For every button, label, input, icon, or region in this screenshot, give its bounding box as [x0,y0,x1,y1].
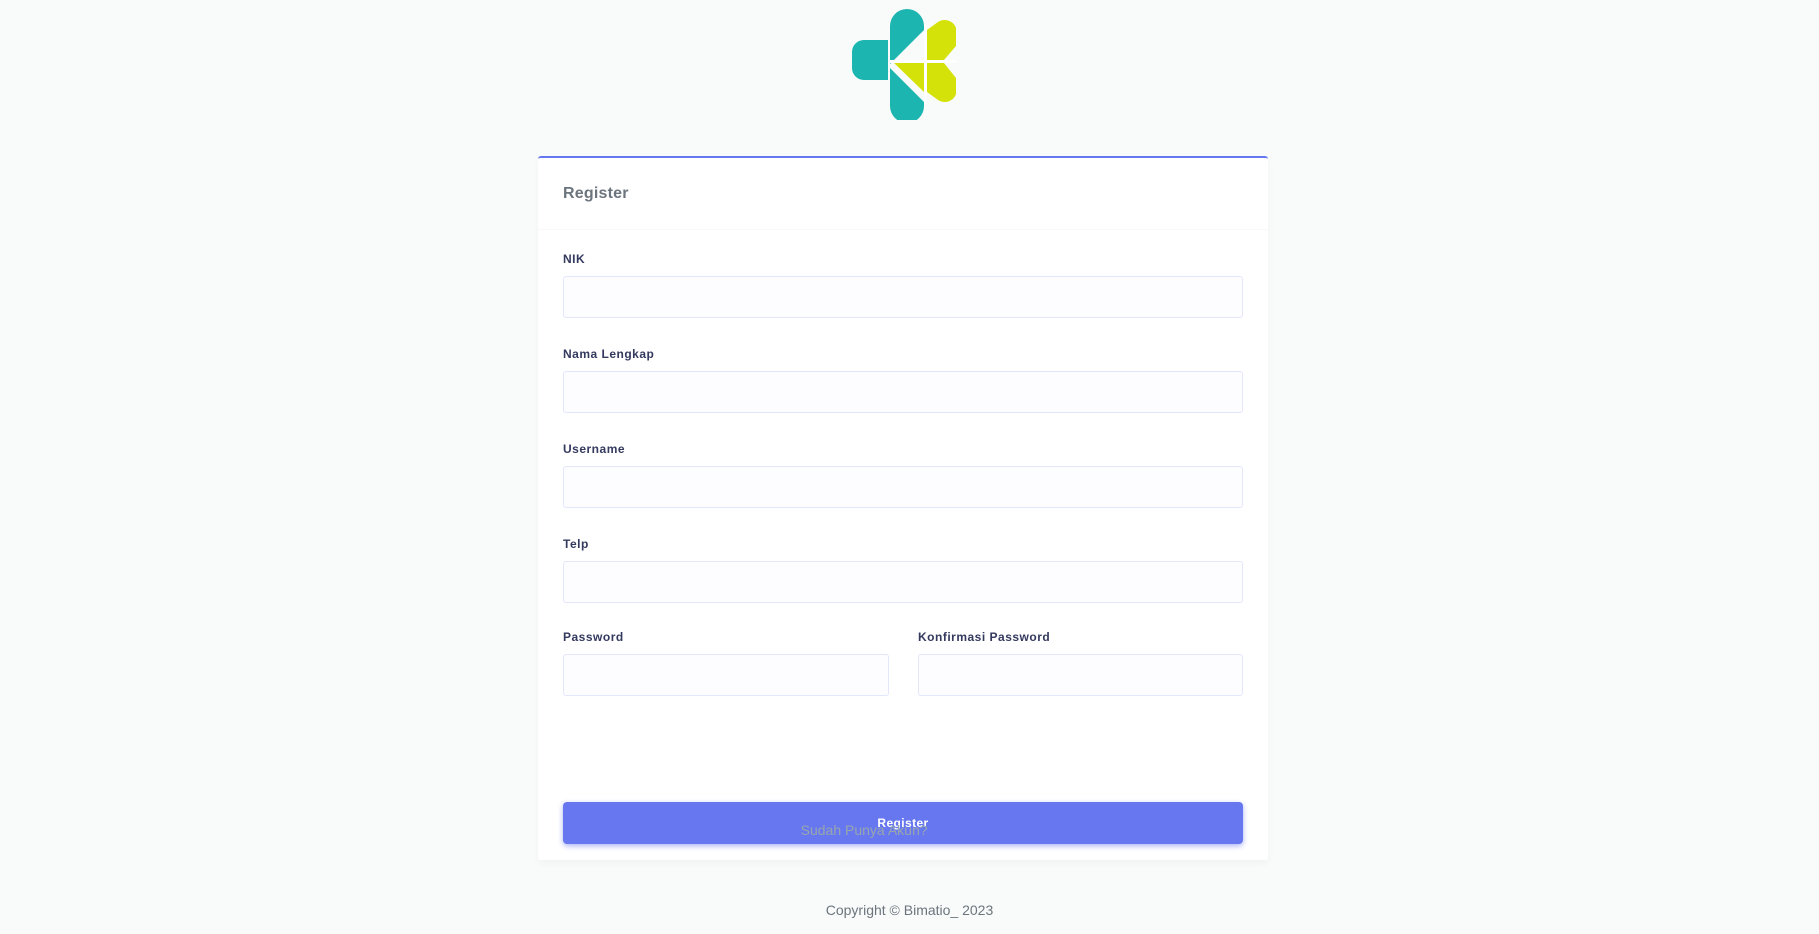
konfirmasi-password-label: Konfirmasi Password [918,630,1051,644]
nik-group: NIK [563,252,1243,318]
nama-lengkap-input[interactable] [563,371,1243,413]
nama-group: Nama Lengkap [563,347,1243,413]
login-prompt: Sudah Punya Akun? Login disini! [538,822,1268,838]
card-title: Register [563,184,629,202]
password-label: Password [563,630,624,644]
password-input[interactable] [563,654,889,696]
login-link[interactable]: Login disini! [931,822,1005,838]
konfirmasi-password-input[interactable] [918,654,1243,696]
nik-input[interactable] [563,276,1243,318]
username-label: Username [563,442,626,456]
username-group: Username [563,442,1243,508]
password-group: Password [563,630,889,696]
nama-label: Nama Lengkap [563,347,655,361]
nik-label: NIK [563,252,586,266]
footer-copyright: Copyright © Bimatio_ 2023 [825,902,994,918]
card-header: Register [538,158,1268,230]
konfirmasi-password-group: Konfirmasi Password [918,630,1243,696]
telp-label: Telp [563,537,589,551]
register-card: Register NIK Nama Lengkap Username Telp … [538,156,1268,860]
username-input[interactable] [563,466,1243,508]
kemenkes-logo-icon [852,9,956,120]
telp-input[interactable] [563,561,1243,603]
telp-group: Telp [563,537,1243,603]
login-prompt-text: Sudah Punya Akun? [800,822,928,838]
